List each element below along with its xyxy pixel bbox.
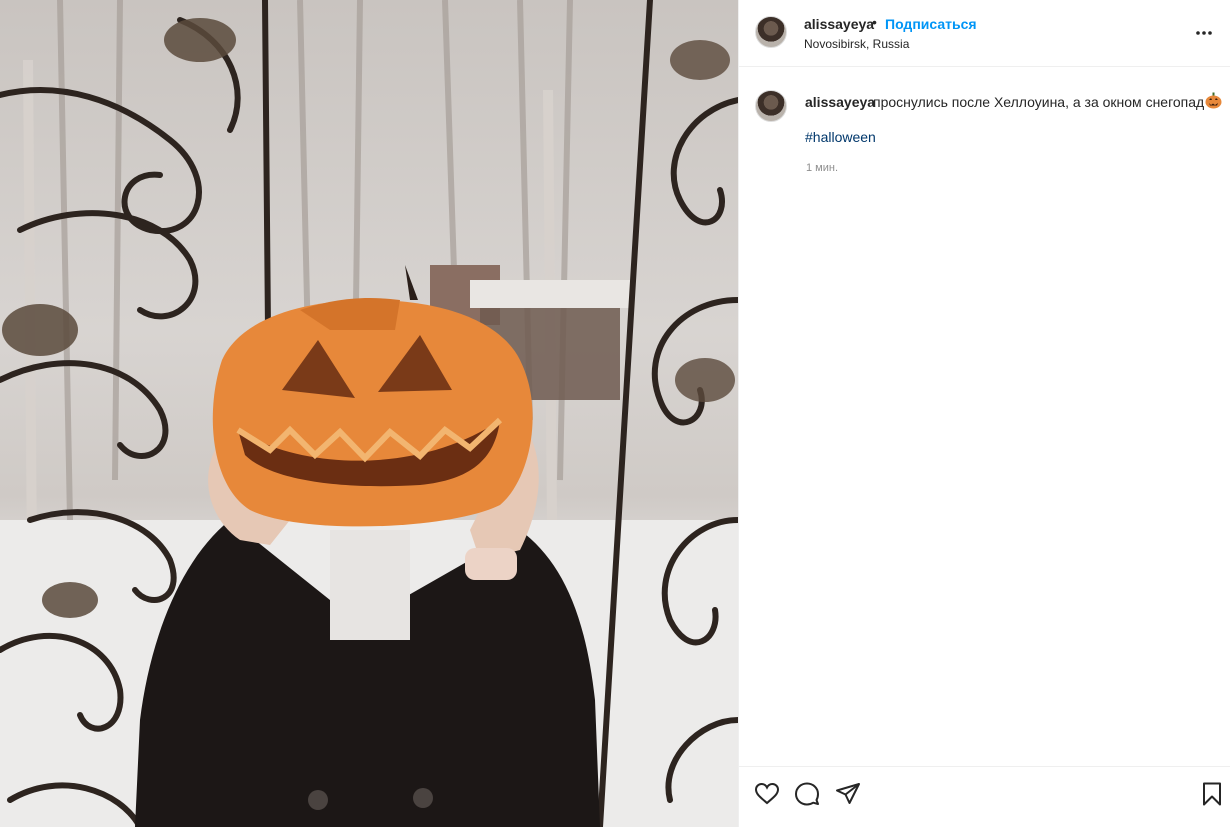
avatar[interactable] xyxy=(755,90,787,122)
jack-o-lantern-icon xyxy=(1205,92,1222,109)
like-button[interactable] xyxy=(754,781,780,807)
post-photo[interactable] xyxy=(0,0,738,827)
share-button[interactable] xyxy=(835,781,861,807)
bookmark-icon xyxy=(1203,782,1221,806)
post-header: alissayeya • Подписаться Novosibirsk, Ru… xyxy=(739,0,1230,67)
post-timestamp[interactable]: 1 мин. xyxy=(806,162,838,174)
post-sidebar: alissayeya • Подписаться Novosibirsk, Ru… xyxy=(738,0,1230,827)
avatar[interactable] xyxy=(755,16,787,48)
action-bar xyxy=(739,766,1230,827)
photo-illustration xyxy=(0,0,738,827)
caption-text: проснулись после Хеллоуина, а за окном с… xyxy=(873,94,1205,110)
hashtag-link[interactable]: #halloween xyxy=(805,129,876,145)
more-horizontal-icon[interactable] xyxy=(1194,27,1214,39)
separator-dot: • xyxy=(872,14,877,30)
comment-icon xyxy=(795,782,819,806)
caption-username-link[interactable]: alissayeya xyxy=(805,94,875,110)
username-link[interactable]: alissayeya xyxy=(804,16,874,32)
heart-icon xyxy=(754,782,780,805)
send-icon xyxy=(836,783,860,804)
comment-button[interactable] xyxy=(794,781,820,807)
follow-button[interactable]: Подписаться xyxy=(885,16,977,32)
location-link[interactable]: Novosibirsk, Russia xyxy=(804,37,909,51)
save-button[interactable] xyxy=(1199,781,1225,807)
